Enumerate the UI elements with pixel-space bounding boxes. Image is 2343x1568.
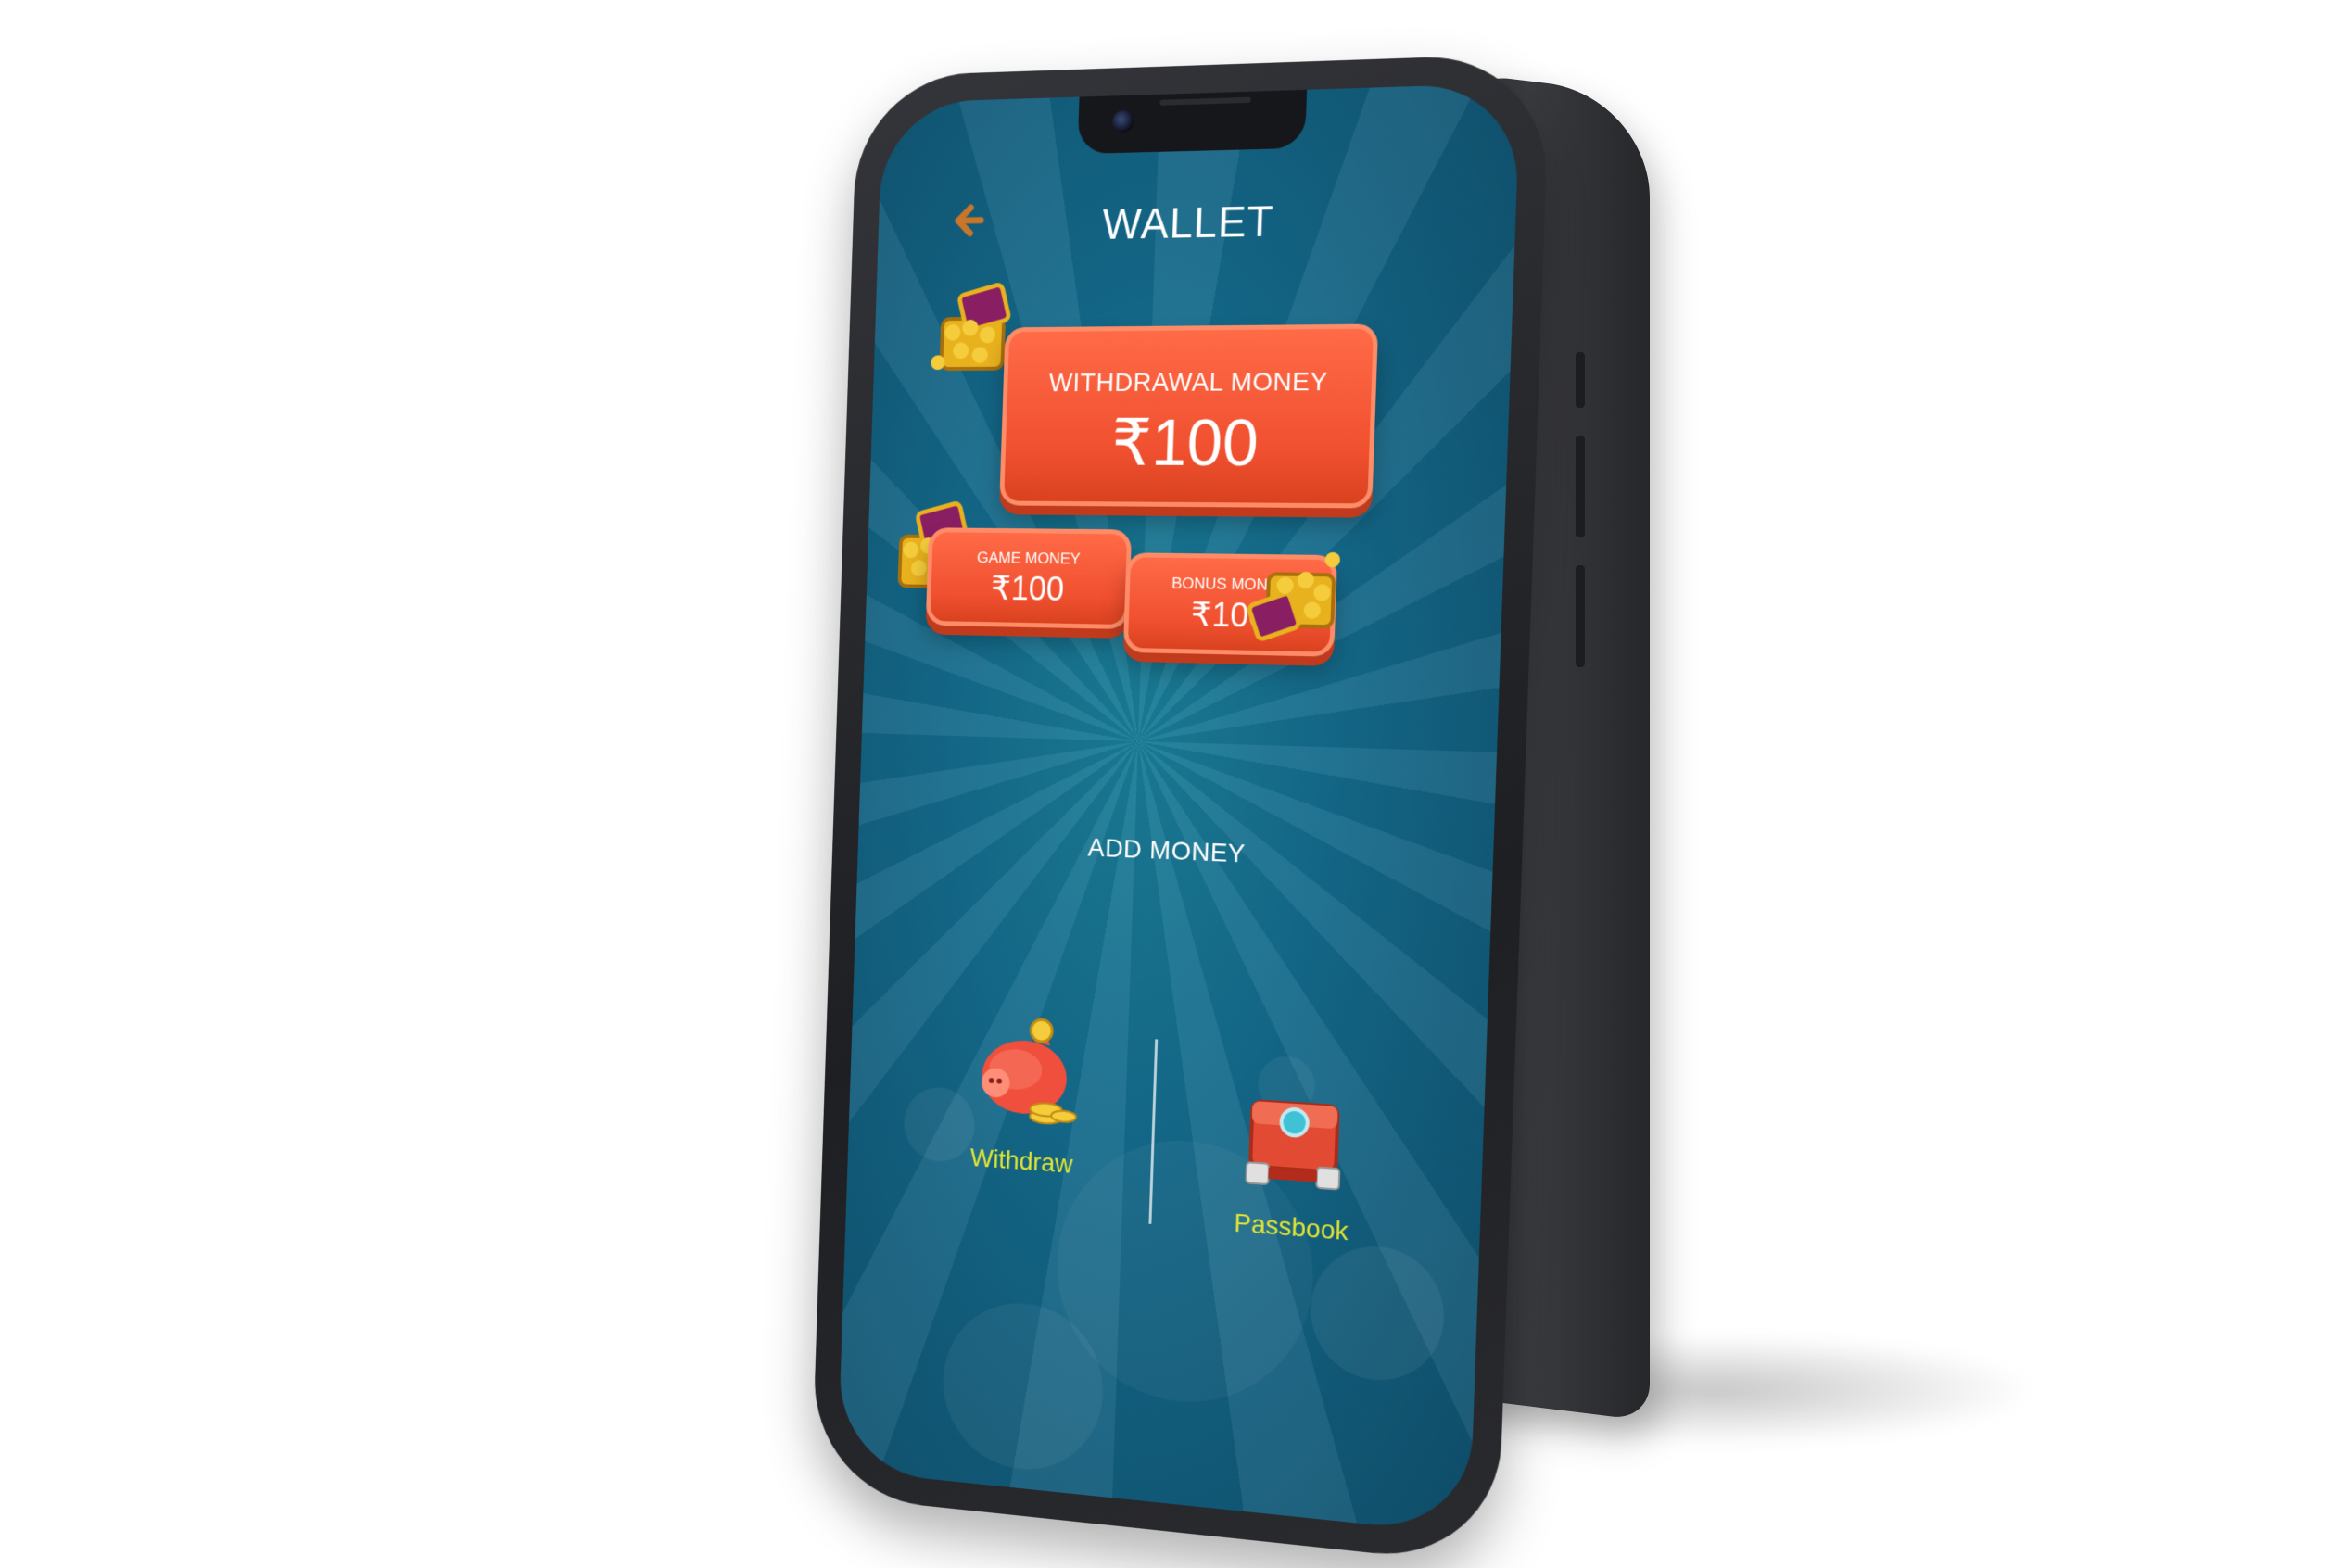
game-money-label: GAME MONEY bbox=[976, 549, 1081, 568]
treasure-chest-icon bbox=[1247, 551, 1352, 645]
game-money-card[interactable]: GAME MONEY ₹100 bbox=[925, 527, 1133, 630]
passbook-chest-icon bbox=[1227, 1071, 1361, 1211]
earpiece-speaker bbox=[1159, 96, 1251, 106]
withdrawal-money-amount: ₹100 bbox=[1110, 406, 1260, 480]
mockup-stage: WALLET WITHDRAWAL MONEY ₹100 GAME MONEY … bbox=[0, 0, 2343, 1568]
game-money-amount: ₹100 bbox=[990, 569, 1065, 608]
side-button bbox=[1576, 436, 1585, 537]
front-camera bbox=[1111, 109, 1134, 133]
phone-notch bbox=[1077, 89, 1308, 155]
passbook-button[interactable]: Passbook bbox=[1189, 1069, 1399, 1250]
piggy-bank-icon bbox=[981, 1010, 1088, 1145]
withdraw-button[interactable]: Withdraw bbox=[925, 1008, 1124, 1183]
side-button bbox=[1576, 565, 1585, 667]
withdrawal-money-label: WITHDRAWAL MONEY bbox=[1048, 366, 1329, 398]
withdrawal-money-card[interactable]: WITHDRAWAL MONEY ₹100 bbox=[999, 323, 1379, 509]
phone-device: WALLET WITHDRAWAL MONEY ₹100 GAME MONEY … bbox=[811, 53, 1551, 1567]
phone-screen: WALLET WITHDRAWAL MONEY ₹100 GAME MONEY … bbox=[837, 82, 1521, 1535]
side-button bbox=[1576, 352, 1585, 408]
